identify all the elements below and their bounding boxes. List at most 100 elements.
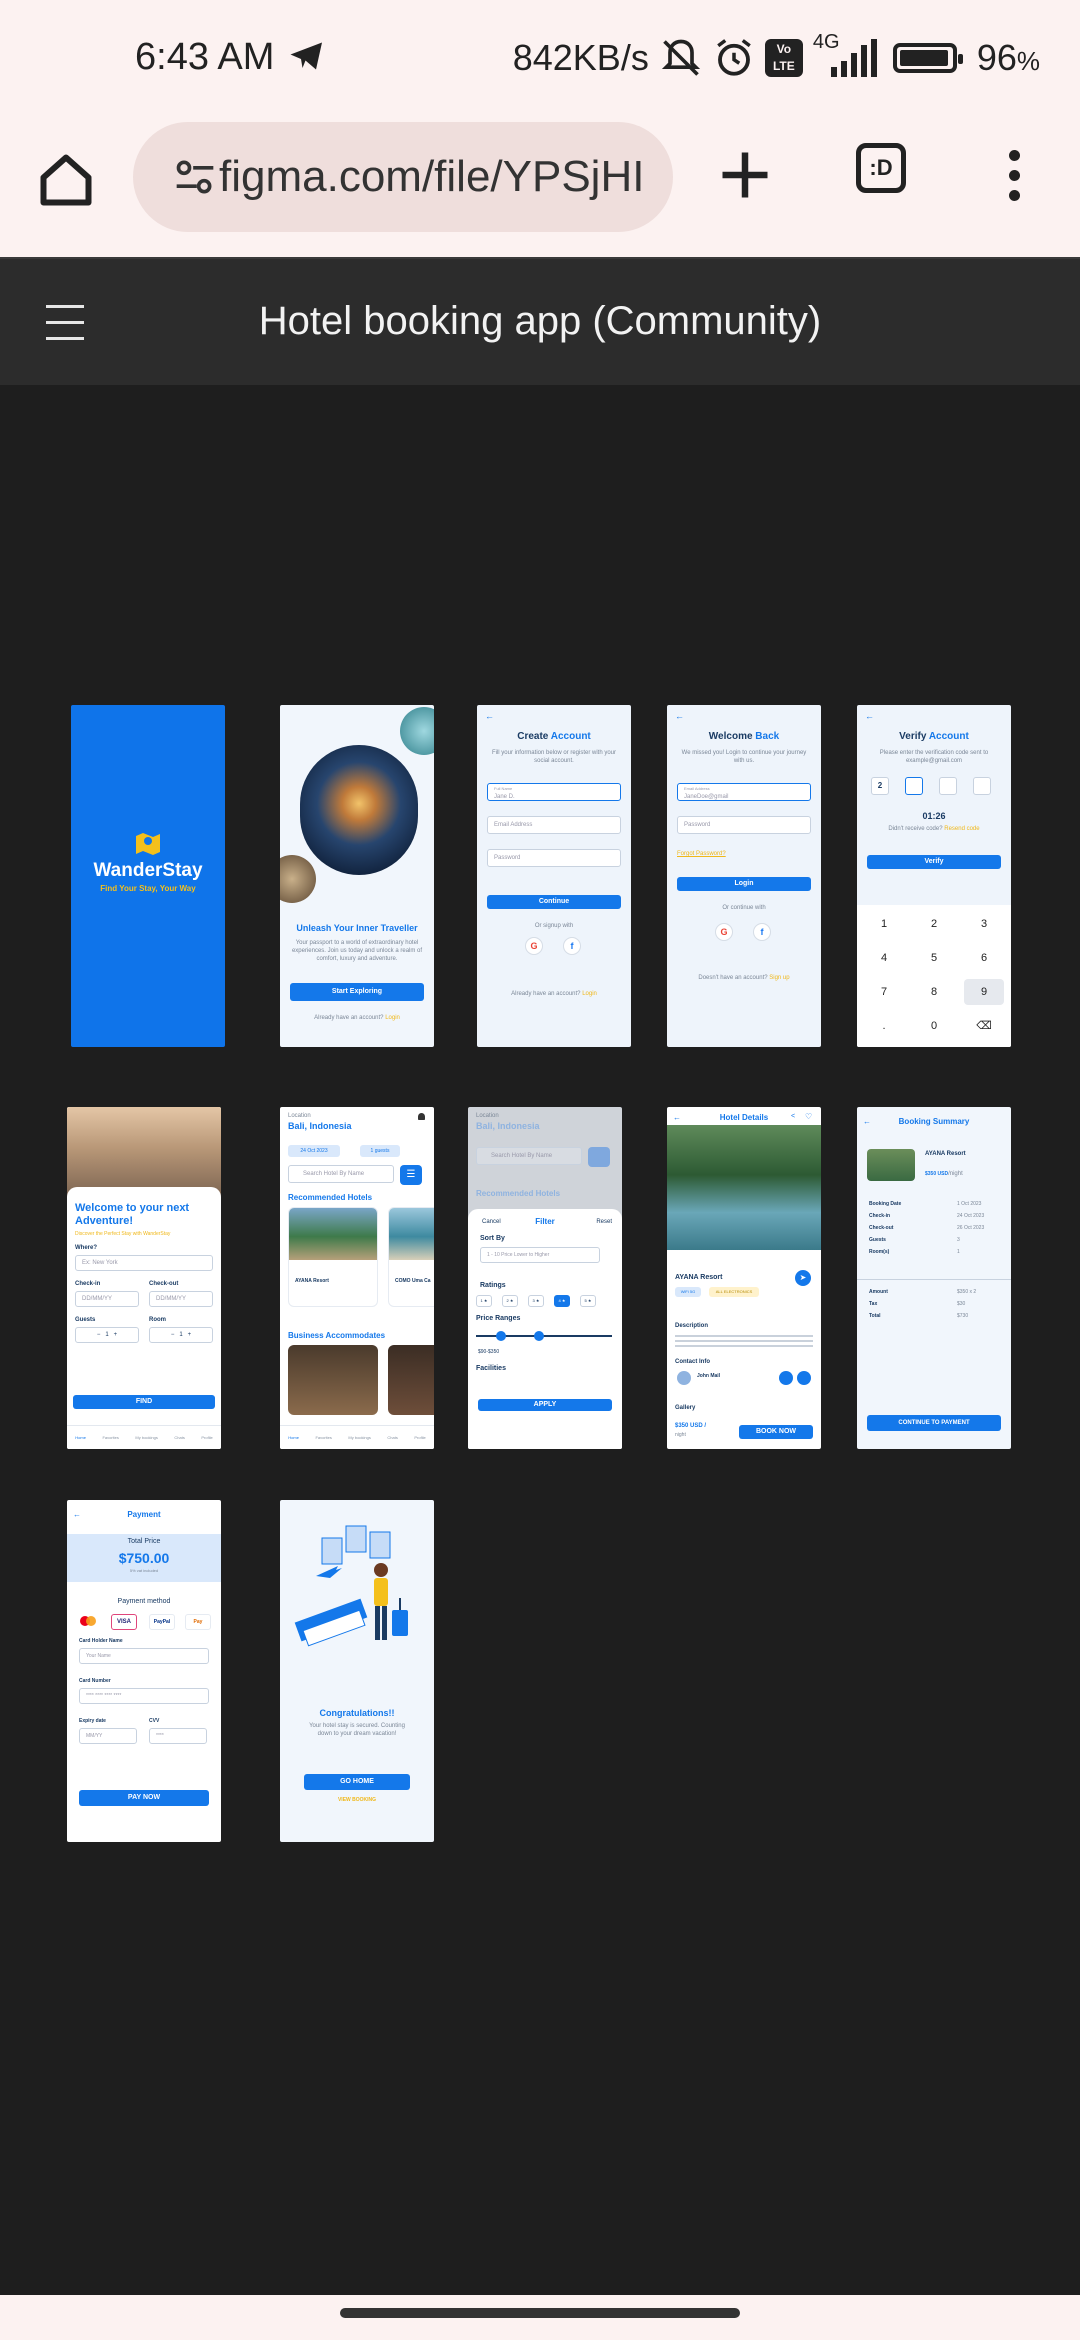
frame-create-account[interactable]: ← Create Account Fill your information b… [477, 705, 631, 1047]
site-settings-icon[interactable] [173, 154, 217, 200]
frame-splash[interactable]: WanderStay Find Your Stay, Your Way [71, 705, 225, 1047]
keypad-key[interactable]: 8 [914, 979, 954, 1005]
frame-verify-account[interactable]: ← Verify Account Please enter the verifi… [857, 705, 1011, 1047]
keypad-key[interactable]: 3 [964, 911, 1004, 937]
facebook-icon[interactable]: f [753, 923, 771, 941]
expiry-input[interactable]: MM/YY [79, 1728, 137, 1744]
frame-adventure-search[interactable]: Welcome to your next Adventure! Discover… [67, 1107, 221, 1449]
card-number-input[interactable]: **** **** **** **** [79, 1688, 209, 1704]
keypad-key[interactable]: 9 [964, 979, 1004, 1005]
business-card-2[interactable] [388, 1345, 434, 1415]
code-box-2[interactable] [905, 777, 923, 795]
frame-hotel-details[interactable]: ← Hotel Details < ♡ AYANA Resort ➤ WiFi … [667, 1107, 821, 1449]
login-email-field[interactable]: Email Address JaneDoe@gmail [677, 783, 811, 801]
password-field[interactable]: Password [487, 849, 621, 867]
card-holder-input[interactable]: Your Name [79, 1648, 209, 1664]
keypad-key[interactable]: 6 [964, 945, 1004, 971]
keypad-key[interactable]: 2 [914, 911, 954, 937]
mastercard-icon[interactable] [77, 1614, 99, 1628]
email-field[interactable]: Email Address [487, 816, 621, 834]
login-password-field[interactable]: Password [677, 816, 811, 834]
keypad-key[interactable]: . [864, 1013, 904, 1039]
code-box-1[interactable]: 2 [871, 777, 889, 795]
figma-canvas[interactable]: WanderStay Find Your Stay, Your Way Unle… [0, 385, 1080, 2295]
frame-congratulations[interactable]: Congratulations!! Your hotel stay is sec… [280, 1500, 434, 1842]
filter-icon[interactable]: ☰ [400, 1165, 422, 1185]
more-menu-icon[interactable] [1002, 150, 1026, 210]
nav-home[interactable]: Home [288, 1435, 299, 1440]
keypad-key[interactable]: 1 [864, 911, 904, 937]
filter-reset[interactable]: Reset [596, 1219, 612, 1225]
login-button[interactable]: Login [677, 877, 811, 891]
start-exploring-button[interactable]: Start Exploring [290, 983, 424, 1001]
code-box-4[interactable] [973, 777, 991, 795]
book-now-button[interactable]: BOOK NOW [739, 1425, 813, 1439]
new-tab-icon[interactable] [715, 145, 775, 205]
cvv-input[interactable]: **** [149, 1728, 207, 1744]
checkout-input[interactable]: DD/MM/YY [149, 1291, 213, 1307]
continue-button[interactable]: Continue [487, 895, 621, 909]
price-slider-handle-min[interactable] [496, 1331, 506, 1341]
navigate-icon[interactable]: ➤ [795, 1270, 811, 1286]
nav-favorites[interactable]: Favorites [102, 1435, 118, 1440]
share-icon[interactable]: < [791, 1113, 795, 1120]
back-arrow-icon[interactable]: ← [675, 711, 684, 721]
google-icon[interactable]: G [525, 937, 543, 955]
checkin-input[interactable]: DD/MM/YY [75, 1291, 139, 1307]
bell-icon[interactable] [418, 1113, 425, 1120]
nav-chats[interactable]: Chats [174, 1435, 184, 1440]
go-home-button[interactable]: GO HOME [304, 1774, 410, 1790]
frame-filter[interactable]: Location Bali, Indonesia Search Hotel By… [468, 1107, 622, 1449]
nav-bookings[interactable]: My bookings [135, 1435, 157, 1440]
name-field[interactable]: Full Name Jane D. [487, 783, 621, 801]
hotel-card-2[interactable]: COMO Uma Ca [388, 1207, 434, 1307]
frame-payment[interactable]: ← Payment Total Price $750.00 5% vat inc… [67, 1500, 221, 1842]
resend-link[interactable]: Resend code [944, 826, 979, 832]
create-footer-link[interactable]: Login [582, 991, 597, 997]
rating-5[interactable]: 5 ★ [580, 1295, 596, 1307]
home-icon[interactable] [36, 150, 96, 210]
paypal-option[interactable]: PayPal [149, 1614, 175, 1630]
nav-home[interactable]: Home [75, 1435, 86, 1440]
find-button[interactable]: FIND [73, 1395, 215, 1409]
facebook-icon[interactable]: f [563, 937, 581, 955]
tabs-button[interactable]: :D [856, 143, 906, 193]
verify-button[interactable]: Verify [867, 855, 1001, 869]
guests-chip[interactable]: 1 guests [360, 1145, 400, 1157]
apply-button[interactable]: APPLY [478, 1399, 612, 1411]
date-chip[interactable]: 24 Oct 2023 [288, 1145, 340, 1157]
gesture-handle[interactable] [340, 2308, 740, 2318]
sort-select[interactable]: 1 - 10 Price Lower to Higher [480, 1247, 600, 1263]
phone-icon[interactable] [779, 1371, 793, 1385]
visa-option[interactable]: VISA [111, 1614, 137, 1630]
rating-3[interactable]: 3 ★ [528, 1295, 544, 1307]
google-icon[interactable]: G [715, 923, 733, 941]
code-box-3[interactable] [939, 777, 957, 795]
guests-stepper[interactable]: − 1 + [75, 1327, 139, 1343]
rating-2[interactable]: 2 ★ [502, 1295, 518, 1307]
nav-profile[interactable]: Profile [201, 1435, 212, 1440]
mail-icon[interactable] [797, 1371, 811, 1385]
welcome-footer-link[interactable]: Sign up [769, 975, 789, 981]
room-stepper[interactable]: − 1 + [149, 1327, 213, 1343]
pay-option[interactable]: Pay [185, 1614, 211, 1630]
pay-now-button[interactable]: PAY NOW [79, 1790, 209, 1806]
nav-profile[interactable]: Profile [414, 1435, 425, 1440]
keypad-key[interactable]: ⌫ [964, 1013, 1004, 1039]
keypad-key[interactable]: 5 [914, 945, 954, 971]
nav-chats[interactable]: Chats [387, 1435, 397, 1440]
heart-icon[interactable]: ♡ [805, 1112, 812, 1121]
url-text[interactable]: figma.com/file/YPSjHI [219, 152, 644, 202]
nav-bookings[interactable]: My bookings [348, 1435, 370, 1440]
price-slider-handle-max[interactable] [534, 1331, 544, 1341]
url-bar[interactable]: figma.com/file/YPSjHI [133, 122, 673, 232]
keypad-key[interactable]: 7 [864, 979, 904, 1005]
forgot-password-link[interactable]: Forgot Password? [677, 851, 821, 857]
rating-4[interactable]: 4 ★ [554, 1295, 570, 1307]
business-card-1[interactable] [288, 1345, 378, 1415]
rating-1[interactable]: 1 ★ [476, 1295, 492, 1307]
frame-welcome-back[interactable]: ← Welcome Back We missed you! Login to c… [667, 705, 821, 1047]
back-arrow-icon[interactable]: ← [485, 711, 494, 721]
keypad-key[interactable]: 4 [864, 945, 904, 971]
hotel-search-input[interactable]: Search Hotel By Name [288, 1165, 394, 1183]
